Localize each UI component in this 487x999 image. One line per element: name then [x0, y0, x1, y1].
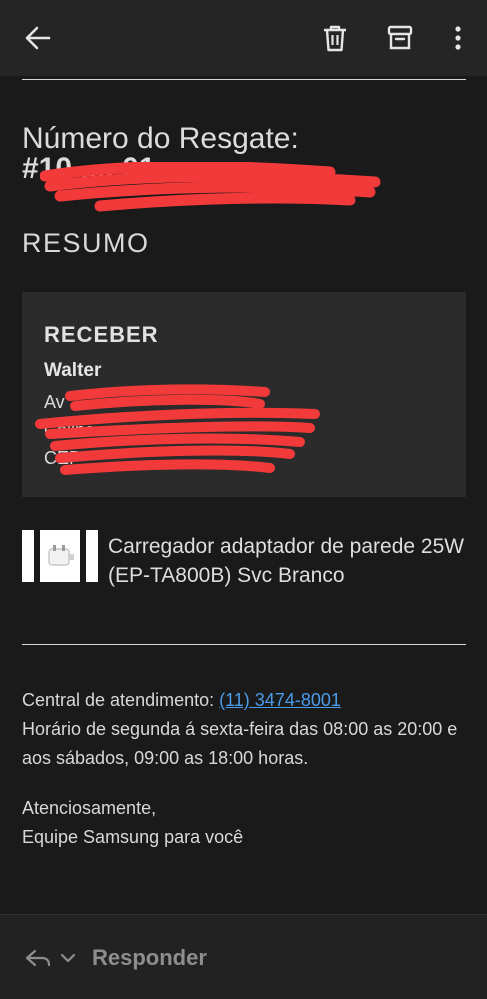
- divider: [22, 644, 466, 645]
- team-name: Equipe Samsung para você: [22, 827, 244, 847]
- product-name: Carregador adaptador de parede 25W (EP-T…: [108, 535, 465, 587]
- recipient-name: Walter: [44, 360, 102, 381]
- product-image: [22, 530, 98, 582]
- archive-button[interactable]: [382, 20, 418, 56]
- delete-button[interactable]: [317, 20, 353, 56]
- signature: Atenciosamente, Equipe Samsung para você: [22, 794, 462, 852]
- chevron-down-icon[interactable]: [58, 948, 78, 968]
- bottom-bar: Responder: [0, 914, 487, 999]
- top-toolbar: [0, 0, 487, 76]
- title-label: Número do Resgate:: [22, 122, 299, 155]
- section-heading: RESUMO: [22, 228, 150, 258]
- support-info: Central de atendimento: (11) 3474-8001 H…: [22, 686, 462, 773]
- reply-button[interactable]: Responder: [24, 945, 207, 971]
- arrow-left-icon: [25, 26, 51, 50]
- reply-label: Responder: [92, 945, 207, 970]
- address-line-3: CEP: [44, 448, 82, 468]
- page-title: Número do Resgate: #10 .... 01: [22, 124, 462, 184]
- archive-icon: [387, 25, 413, 50]
- back-button[interactable]: [20, 20, 56, 56]
- email-body: Número do Resgate: #10 .... 01 RESUMO RE…: [0, 76, 487, 914]
- shipping-heading: RECEBER: [44, 322, 159, 347]
- shipping-card: RECEBER Walter Av Colina CEP: [22, 292, 466, 497]
- address-line-1: Av: [44, 392, 65, 412]
- trash-icon: [324, 25, 346, 52]
- support-phone-link[interactable]: (11) 3474-8001: [219, 690, 341, 710]
- address-line-2: Colina: [44, 420, 96, 440]
- support-hours: Horário de segunda á sexta-feira das 08:…: [22, 719, 458, 768]
- divider: [22, 79, 466, 80]
- signoff: Atenciosamente,: [22, 798, 157, 818]
- reply-icon: [25, 949, 51, 967]
- support-label: Central de atendimento:: [22, 690, 220, 710]
- charger-icon: [48, 545, 74, 566]
- more-options-button[interactable]: [440, 20, 476, 56]
- redemption-number: #10 .... 01: [22, 152, 156, 185]
- product-item[interactable]: Carregador adaptador de parede 25W (EP-T…: [22, 528, 466, 588]
- more-vertical-icon: [455, 26, 461, 50]
